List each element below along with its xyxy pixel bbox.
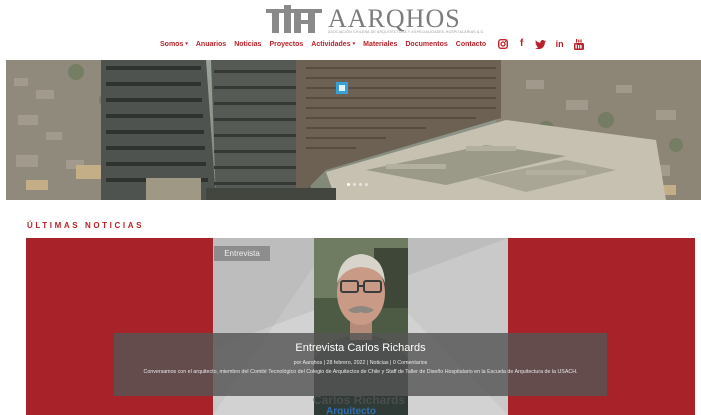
- news-caption-overlay: Entrevista Carlos Richards por Aarqhos |…: [114, 333, 607, 396]
- nav-item-contacto[interactable]: Contacto: [456, 41, 486, 48]
- linkedin-icon[interactable]: in: [554, 39, 565, 50]
- nav-item-label: Proyectos: [269, 40, 304, 48]
- section-title: ÚLTIMAS NOTICIAS: [27, 221, 145, 230]
- nav-item-label: Documentos: [405, 40, 448, 48]
- slider-dot[interactable]: [353, 183, 356, 186]
- social-links: f in: [497, 38, 592, 50]
- nav-item-anuarios[interactable]: Anuarios: [196, 41, 226, 48]
- nav-item-somos[interactable]: Somos ▾: [160, 41, 188, 48]
- logo-wordmark: AARQHOS: [328, 4, 461, 33]
- nav-item-label: Noticias: [234, 40, 262, 48]
- nav-item-label: Anuarios: [195, 40, 227, 48]
- main-nav: Somos ▾ Anuarios Noticias Proyectos Activ…: [160, 37, 592, 51]
- chevron-down-icon: ▾: [185, 41, 188, 47]
- site-logo[interactable]: AARQHOS: [266, 5, 461, 33]
- slider-dot[interactable]: [359, 183, 362, 186]
- twitter-icon[interactable]: [535, 39, 547, 50]
- nav-item-actividades[interactable]: Actividades ▾: [311, 41, 355, 48]
- youtube-icon[interactable]: [573, 38, 584, 50]
- nav-item-label: Contacto: [455, 40, 487, 48]
- post-excerpt: Conversamos con el arquitecto, miembro d…: [143, 369, 578, 375]
- site-header: AARQHOS ASOCIACIÓN CHILENA DE ARQUITECTU…: [0, 0, 701, 58]
- image-caption-name: Carlos Richards: [313, 393, 406, 407]
- instagram-icon[interactable]: [497, 39, 508, 50]
- chevron-down-icon: ▾: [352, 41, 356, 47]
- nav-item-materiales[interactable]: Materiales: [363, 41, 397, 48]
- logo-mark-icon: [266, 5, 322, 33]
- post-title[interactable]: Entrevista Carlos Richards: [114, 342, 607, 354]
- nav-item-label: Actividades: [311, 40, 351, 48]
- category-badge[interactable]: Entrevista: [214, 246, 270, 261]
- hero-image: [6, 60, 701, 200]
- slider-pagination: [347, 183, 371, 186]
- slider-dot[interactable]: [347, 183, 350, 186]
- post-meta: por Aarqhos | 28 febrero, 2022 | Noticia…: [293, 360, 428, 366]
- nav-item-proyectos[interactable]: Proyectos: [269, 41, 303, 48]
- nav-item-label: Somos: [160, 40, 184, 48]
- nav-item-noticias[interactable]: Noticias: [234, 41, 261, 48]
- logo-tagline: ASOCIACIÓN CHILENA DE ARQUITECTURA Y ESP…: [328, 30, 485, 34]
- image-caption-role: Arquitecto: [326, 406, 376, 415]
- slider-dot[interactable]: [365, 183, 368, 186]
- nav-item-label: Materiales: [363, 40, 398, 48]
- nav-item-documentos[interactable]: Documentos: [405, 41, 447, 48]
- hero-slider[interactable]: [6, 60, 701, 200]
- facebook-icon[interactable]: f: [516, 39, 527, 50]
